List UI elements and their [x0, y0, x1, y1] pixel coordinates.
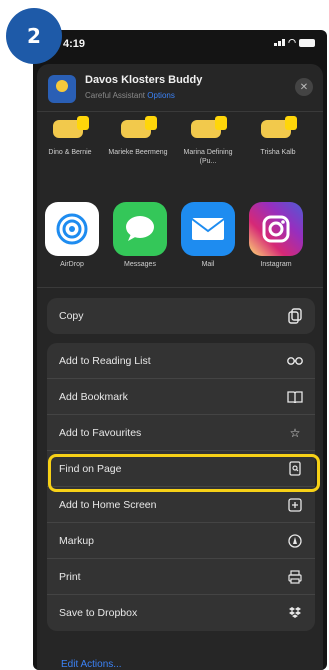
app-instagram[interactable]: Instagram	[245, 202, 307, 268]
app-label: Instagram	[260, 261, 292, 268]
share-title: Davos Klosters Buddy	[85, 74, 203, 86]
printer-icon	[287, 569, 303, 585]
contacts-row: Dino & Bernie Marieke Beermeng Marina De…	[37, 116, 323, 186]
share-sheet: Davos Klosters Buddy Careful Assistant O…	[37, 64, 323, 670]
action-label: Add to Home Screen	[59, 498, 157, 511]
app-label: Mail	[201, 261, 215, 268]
book-icon	[287, 389, 303, 405]
contact-item[interactable]: Dino & Bernie	[39, 116, 101, 157]
app-icon	[48, 75, 76, 103]
dropbox-icon	[287, 605, 303, 621]
action-label: Copy	[59, 310, 84, 322]
contact-name: Trisha Kalb	[260, 149, 296, 156]
contact-avatar	[49, 116, 91, 146]
share-header: Davos Klosters Buddy Careful Assistant O…	[37, 64, 323, 112]
action-add-bookmark[interactable]: Add Bookmark	[47, 379, 315, 415]
action-markup[interactable]: Markup	[47, 523, 315, 559]
glasses-icon	[287, 353, 303, 369]
action-add-favourites[interactable]: Add to Favourites ☆	[47, 415, 315, 451]
airdrop-icon	[45, 202, 99, 256]
contact-name: Marina Defining (Pu...	[183, 149, 233, 165]
action-label: Save to Dropbox	[59, 607, 138, 619]
action-label: Add to Reading List	[59, 354, 151, 367]
apps-row: AirDrop Messages Mail Instagram	[37, 192, 323, 288]
contact-name: Dino & Bernie	[48, 149, 92, 156]
signal-icon	[274, 39, 286, 46]
contact-name: Marieke Beermeng	[108, 149, 168, 156]
action-copy[interactable]: Copy	[47, 298, 315, 334]
contact-item[interactable]: Marieke Beermeng	[107, 116, 169, 157]
share-subtitle: Careful Assistant Options	[85, 91, 175, 100]
star-icon: ☆	[289, 425, 301, 440]
close-button[interactable]: ✕	[295, 78, 313, 96]
messages-icon	[113, 202, 167, 256]
plus-square-icon	[287, 497, 303, 513]
close-icon: ✕	[299, 81, 309, 93]
wifi-icon: ◠	[288, 37, 296, 47]
contact-item[interactable]: Trisha Kalb	[247, 116, 309, 157]
action-print[interactable]: Print	[47, 559, 315, 595]
contact-avatar	[257, 116, 299, 146]
action-reading-list[interactable]: Add to Reading List	[47, 343, 315, 379]
battery-icon	[299, 38, 315, 47]
options-link[interactable]: Options	[147, 91, 175, 100]
status-icons: ◠	[274, 37, 315, 48]
step-number-badge: 2	[6, 8, 62, 64]
contact-avatar	[117, 116, 159, 146]
app-messages[interactable]: Messages	[109, 202, 171, 268]
app-airdrop[interactable]: AirDrop	[41, 202, 103, 268]
edit-actions-link[interactable]: Edit Actions...	[61, 659, 122, 670]
share-subtitle-text: Careful Assistant	[85, 91, 146, 100]
action-add-to-home-screen[interactable]: Add to Home Screen	[47, 487, 315, 523]
contact-item[interactable]: Marina Defining (Pu...	[177, 116, 239, 166]
app-label: Messages	[124, 261, 156, 268]
action-save-to-dropbox[interactable]: Save to Dropbox	[47, 595, 315, 631]
app-more-partial[interactable]	[313, 202, 327, 256]
action-label: Add to Favourites	[59, 426, 142, 439]
action-group-copy: Copy	[47, 298, 315, 334]
status-time: 4:19	[63, 38, 86, 50]
action-label: Add Bookmark	[59, 390, 128, 403]
instagram-icon	[249, 202, 303, 256]
highlight-box	[48, 454, 320, 492]
app-mail[interactable]: Mail	[177, 202, 239, 268]
copy-icon	[287, 308, 303, 324]
status-bar: 4:19 ◠	[33, 30, 327, 56]
app-label: AirDrop	[60, 261, 84, 268]
action-label: Markup	[59, 534, 95, 547]
markup-pen-icon	[287, 533, 303, 549]
phone-screen: 4:19 ◠ Davos Klosters Buddy Careful Assi…	[33, 30, 327, 670]
action-label: Print	[59, 570, 81, 583]
mail-icon	[181, 202, 235, 256]
contact-avatar	[187, 116, 229, 146]
